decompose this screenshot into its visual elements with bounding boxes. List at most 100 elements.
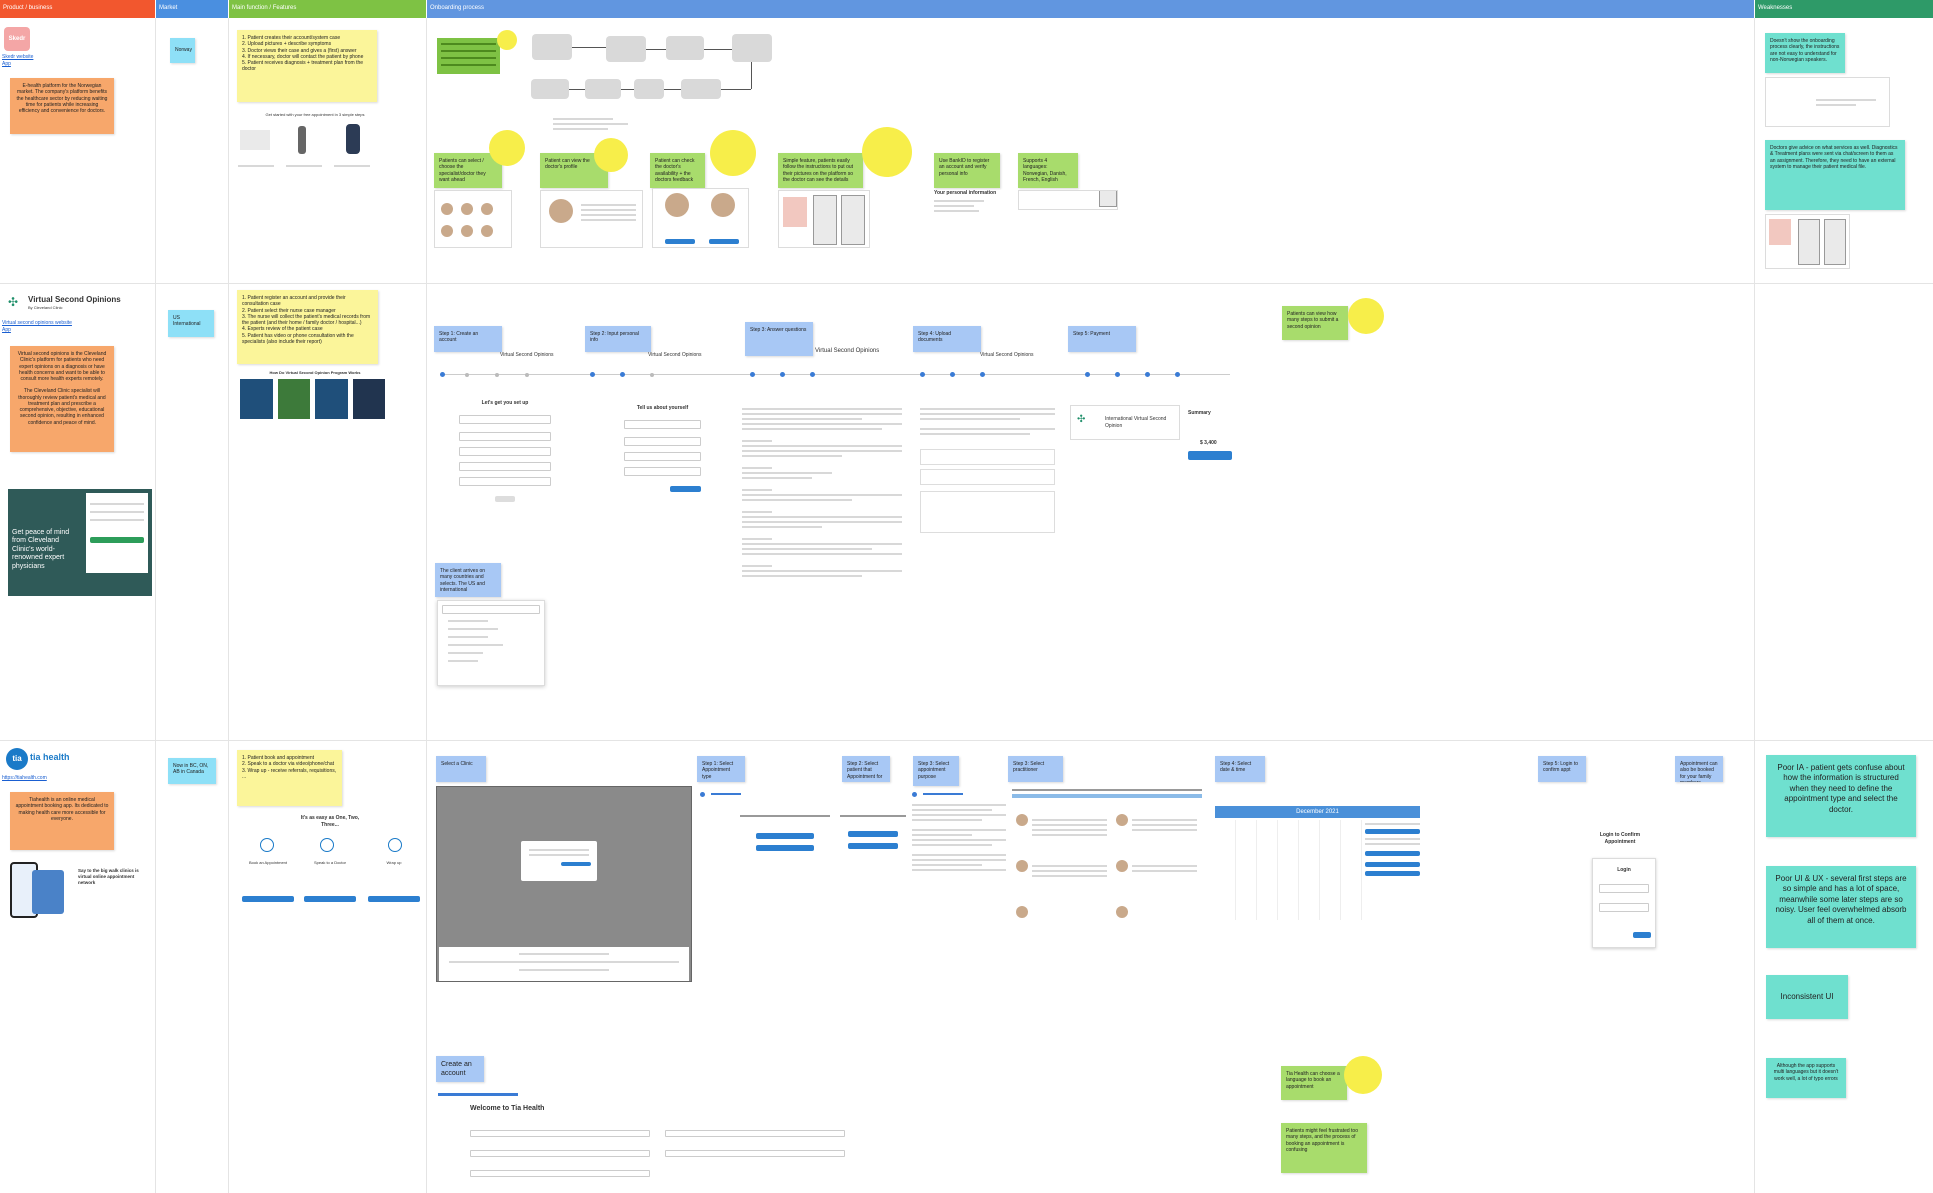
caption-line: [334, 165, 370, 167]
vso-logo-icon: ✣: [8, 295, 19, 309]
tia-weakness-2: Poor UI & UX - several first steps are s…: [1766, 866, 1916, 948]
flow-step-card: [532, 34, 572, 60]
column-divider: [228, 18, 229, 1193]
skedr-logo: Skedr: [4, 27, 30, 51]
tia-purpose-list: [912, 790, 1006, 950]
tia-calendar: December 2021: [1215, 800, 1425, 920]
vso-product-name: Virtual Second Opinions: [28, 295, 121, 304]
tia-step-3b: Step 3: Select practitioner: [1008, 756, 1063, 782]
tia-logo: tia: [6, 748, 28, 770]
signup-title: Let's get you set up: [481, 400, 529, 406]
flow-legend-green-block: [437, 38, 500, 74]
doctor-avatar: [665, 193, 689, 217]
skedr-app-link[interactable]: App: [2, 61, 11, 67]
tia-create-progress: [438, 1090, 518, 1099]
vso-website-link[interactable]: Virtual second opinions website: [2, 320, 72, 326]
column-header-weaknesses: Weaknesses: [1755, 0, 1933, 18]
vso-signup-form: Let's get you set up: [455, 400, 555, 520]
tia-bubble: [1344, 1056, 1382, 1094]
vso-country-dropdown[interactable]: [437, 600, 545, 686]
phone-frame: [841, 195, 865, 245]
column-header-onboarding: Onboarding process: [427, 0, 1754, 18]
skedr-note-languages: Supports 4 languages: Norwegian, Danish,…: [1018, 153, 1078, 188]
skedr-personal-info-screenshot: Your personal information: [934, 190, 1004, 230]
flow-step-card: [531, 79, 569, 99]
row-divider: [0, 740, 1933, 741]
book-button[interactable]: [665, 239, 695, 244]
skedr-profile-screenshot: [540, 190, 643, 248]
tia-appt-type-panel: [740, 812, 830, 872]
book-button[interactable]: [709, 239, 739, 244]
vso-app-link[interactable]: App: [2, 327, 11, 333]
vso-upload-panel: [920, 405, 1055, 565]
tia-clinic-screenshot: [436, 786, 692, 982]
tia-practitioner-list: [1012, 786, 1202, 956]
vso-panel-title: Virtual Second Opinions: [500, 352, 554, 358]
flow-step-card: [606, 36, 646, 62]
tia-website-link[interactable]: https://tiahealth.com: [2, 775, 47, 781]
flow-annotation: [553, 115, 633, 133]
vso-step-1: Step 1: Create an account: [434, 326, 502, 352]
tia-note-payment: Appointment can also be booked for your …: [1675, 756, 1723, 782]
skedr-note-photos: Simple feature, patients easily follow t…: [778, 153, 863, 188]
flow-arrow: [704, 49, 732, 50]
promo-headline: Get peace of mind from Cleveland Clinic'…: [12, 529, 70, 570]
doctor-avatar: [461, 203, 473, 215]
column-header-features: Main function / Features: [229, 0, 426, 18]
vso-features-note: 1. Patient register an account and provi…: [237, 290, 378, 364]
row-divider: [0, 283, 1933, 284]
tia-features-note: 1. Patient book and appointment 2. Speak…: [237, 750, 342, 806]
vso-step-2: Step 2: Input personal info: [585, 326, 651, 352]
vso-product-sub: By Cleveland Clinic: [28, 305, 63, 310]
tia-weakness-3: Inconsistent UI: [1766, 975, 1848, 1019]
skedr-bubble: [594, 138, 628, 172]
tia-weakness-1: Poor IA - patient gets confuse about how…: [1766, 755, 1916, 837]
vso-note-pay: Patients can view how many steps to subm…: [1282, 306, 1348, 340]
feature-card-button[interactable]: [304, 896, 356, 902]
feature-card-button[interactable]: [242, 896, 294, 902]
promo-signup-form: [86, 493, 148, 573]
flow-step-card: [732, 34, 772, 62]
flow-step-card: [634, 79, 664, 99]
feature-card-button[interactable]: [368, 896, 420, 902]
skedr-weakness-1: Doesn't show the onboarding process clea…: [1765, 33, 1845, 73]
vso-panel-title: Virtual Second Opinions: [815, 348, 880, 354]
flow-arrow: [664, 89, 681, 90]
flow-arrow: [646, 49, 666, 50]
tia-step-3a: Step 3: Select appointment purpose: [913, 756, 959, 786]
skedr-features-illustration: [238, 122, 378, 177]
skedr-description-note: E-health platform for the Norwegian mark…: [10, 78, 114, 134]
vso-step-4: Step 4: Upload documents: [913, 326, 981, 352]
tia-create-account-note: Create an account: [436, 1056, 484, 1082]
vso-payment-button[interactable]: [1188, 451, 1232, 460]
payment-product-icon: ✣: [1077, 414, 1086, 425]
tia-patient-panel: [840, 812, 906, 872]
language-dropdown[interactable]: [1099, 191, 1117, 207]
skedr-website-link[interactable]: Skedr website: [2, 54, 33, 60]
payment-product-name: International Virtual Second Opinion: [1105, 416, 1167, 429]
tia-promo-image: Say to the big walk clinics is virtual o…: [8, 860, 148, 925]
tia-description-note: Tiahealth is an online medical appointme…: [10, 792, 114, 850]
tia-create-form: [470, 1124, 850, 1184]
skedr-weakness-screenshot: [1765, 77, 1890, 127]
illustration-card: [240, 130, 270, 150]
tia-product-name: tia health: [30, 752, 70, 762]
tia-note-patient: Patients might feel frustrated too many …: [1281, 1123, 1367, 1173]
skedr-bubble: [710, 130, 756, 176]
skedr-bubble: [489, 130, 525, 166]
vso-description-note: Virtual second opinions is the Cleveland…: [10, 346, 114, 452]
tia-weakness-4: Although the app supports multi language…: [1766, 1058, 1846, 1098]
vso-payment-summary: Summary: [1188, 410, 1211, 416]
tia-welcome: Welcome to Tia Health: [470, 1105, 545, 1112]
flow-arrow: [621, 89, 634, 90]
tia-step-5: Step 5: Login to confirm appt: [1538, 756, 1586, 782]
tia-features-caption: It's as easy as One, Two, Three...: [300, 815, 360, 828]
column-header-market: Market: [156, 0, 228, 18]
vso-panel-title: Virtual Second Opinions: [980, 352, 1034, 358]
doctor-avatar: [481, 225, 493, 237]
clinic-modal: [521, 841, 597, 881]
vso-about-form: Tell us about yourself: [620, 405, 705, 505]
calendar-header: December 2021: [1215, 806, 1420, 818]
tia-step-2: Step 2: Select patient that Appointment …: [842, 756, 890, 782]
login-title: Login: [1617, 867, 1631, 873]
